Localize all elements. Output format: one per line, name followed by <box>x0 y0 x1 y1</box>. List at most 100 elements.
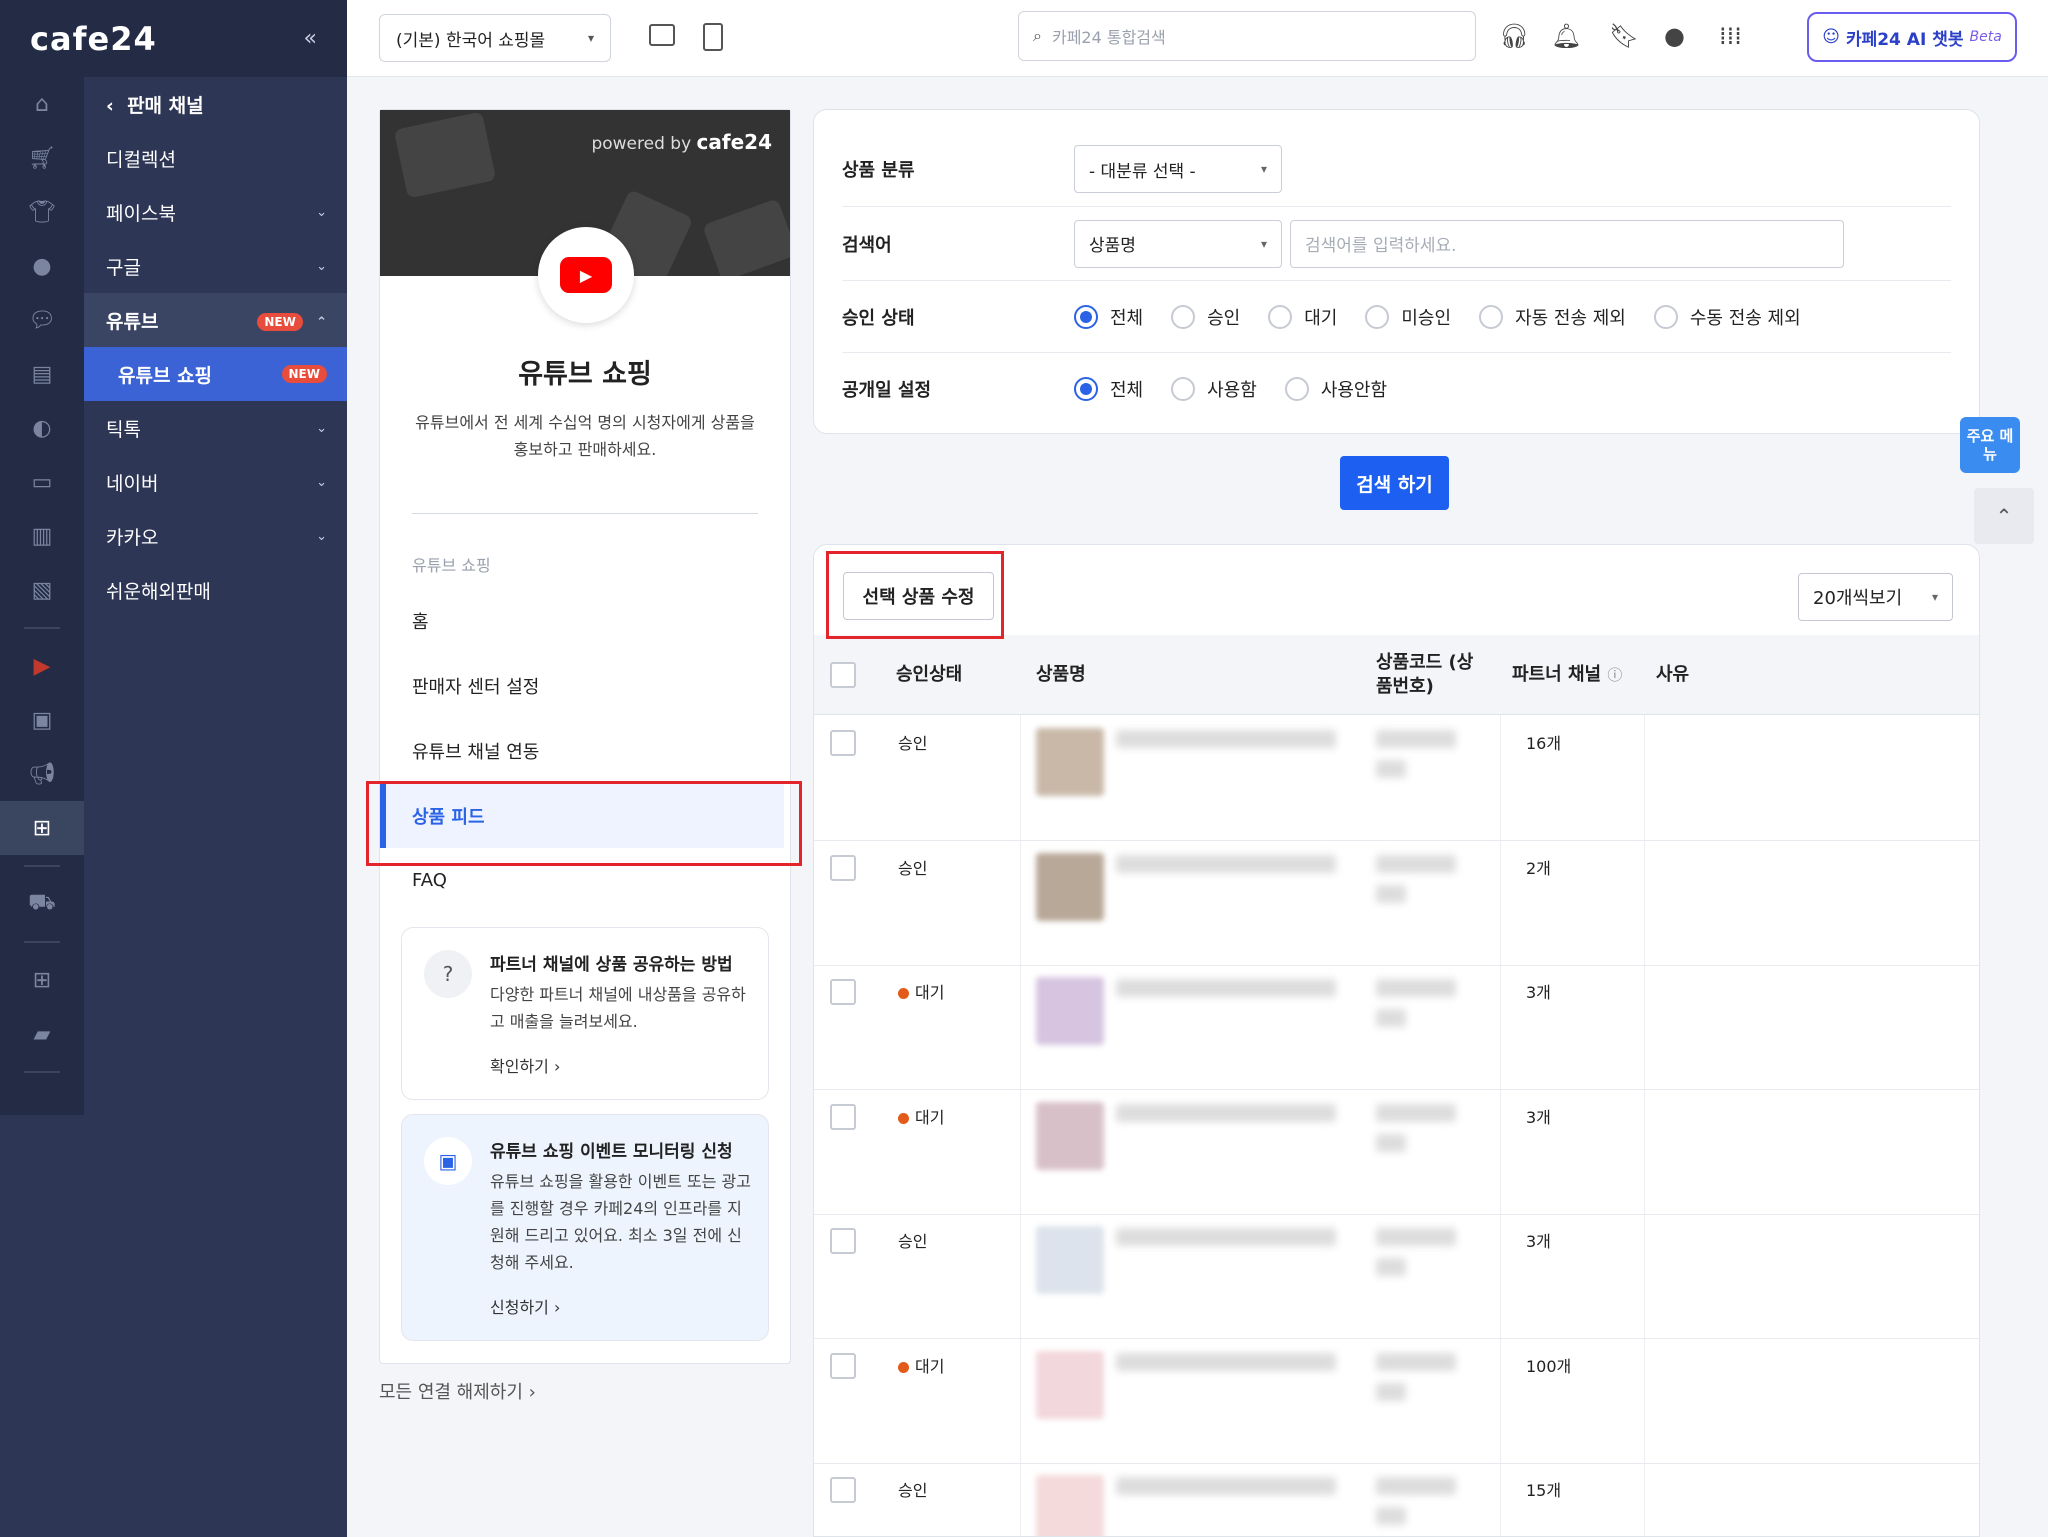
row-checkbox[interactable] <box>830 1477 856 1503</box>
bookmark-icon[interactable]: 🔖︎ <box>1609 22 1639 50</box>
approval-radio-rejected[interactable]: 미승인 <box>1365 304 1451 330</box>
product-icon[interactable]: 👕︎ <box>0 185 84 239</box>
help-icon[interactable]: ⓘ <box>1607 663 1622 687</box>
table-row[interactable]: 승인 16개 <box>814 716 1979 841</box>
partner-channel-count[interactable]: 3개 <box>1526 1228 1551 1252</box>
megaphone-icon[interactable]: 📢︎ <box>0 747 84 801</box>
product-thumbnail[interactable] <box>1036 1475 1104 1536</box>
document-icon[interactable]: ▤ <box>0 347 84 401</box>
row-checkbox[interactable] <box>830 1103 856 1130</box>
menu-item-youtube-shopping[interactable]: 유튜브 쇼핑 NEW <box>84 347 347 401</box>
product-name-redacted[interactable] <box>1116 1103 1336 1122</box>
row-checkbox[interactable] <box>830 979 856 1005</box>
row-checkbox[interactable] <box>830 1352 856 1379</box>
collapse-menu-icon[interactable]: « <box>304 26 317 51</box>
partner-share-card[interactable]: ? 파트너 채널에 상품 공유하는 방법 다양한 파트너 채널에 내상품을 공유… <box>401 927 769 1100</box>
menu-back-sales-channel[interactable]: ‹ 판매 채널 <box>84 77 347 131</box>
sales-channel-icon[interactable]: ⊞ <box>0 801 84 855</box>
excel-icon[interactable]: ▧ <box>0 563 84 617</box>
select-all-checkbox[interactable] <box>830 635 856 715</box>
keyword-type-select[interactable]: 상품명 ▾ <box>1074 219 1282 268</box>
card-link[interactable]: 확인하기 › <box>490 1053 752 1077</box>
row-checkbox[interactable] <box>830 730 856 756</box>
publish-radio-used[interactable]: 사용함 <box>1171 376 1257 402</box>
keyword-input[interactable]: 검색어를 입력하세요. <box>1290 219 1844 268</box>
mall-select[interactable]: (기본) 한국어 쇼핑몰 ▾ <box>379 14 611 62</box>
col-approval[interactable]: 승인상태 <box>896 635 962 715</box>
folder-add-icon[interactable]: ▰ <box>0 1007 84 1061</box>
table-row[interactable]: 대기 3개 <box>814 965 1979 1090</box>
approval-radio-all[interactable]: 전체 <box>1074 304 1143 330</box>
approval-radio-pending[interactable]: 대기 <box>1268 304 1337 330</box>
card-link[interactable]: 신청하기 › <box>490 1294 752 1318</box>
table-row[interactable]: 대기 100개 <box>814 1339 1979 1464</box>
app-add-icon[interactable]: ⊞ <box>0 953 84 1007</box>
product-name-redacted[interactable] <box>1116 1352 1336 1371</box>
youtube-icon[interactable]: ▶ <box>0 639 84 693</box>
nav-home[interactable]: 홈 <box>380 588 790 653</box>
disconnect-all-link[interactable]: 모든 연결 해제하기 › <box>379 1378 536 1404</box>
customer-icon[interactable]: ● <box>0 239 84 293</box>
partner-channel-count[interactable]: 2개 <box>1526 855 1551 879</box>
product-name-redacted[interactable] <box>1116 730 1336 748</box>
mobile-icon[interactable] <box>703 23 723 51</box>
product-thumbnail[interactable] <box>1036 728 1104 796</box>
desktop-icon[interactable] <box>649 24 675 46</box>
partner-channel-count[interactable]: 3개 <box>1526 1104 1551 1128</box>
category-select[interactable]: - 대분류 선택 - ▾ <box>1074 145 1282 193</box>
approval-radio-auto-excluded[interactable]: 자동 전송 제외 <box>1479 304 1626 330</box>
menu-item-youtube[interactable]: 유튜브 NEW ⌃ <box>84 293 347 347</box>
table-row[interactable]: 승인 2개 <box>814 841 1979 966</box>
shipping-icon[interactable]: ⛟ <box>0 877 84 931</box>
product-name-redacted[interactable] <box>1116 979 1336 997</box>
per-page-select[interactable]: 20개씩보기 ▾ <box>1798 573 1953 621</box>
headset-icon[interactable]: 🎧︎ <box>1499 22 1529 50</box>
product-thumbnail[interactable] <box>1036 1226 1104 1294</box>
bell-icon[interactable]: 🔔︎ <box>1551 22 1581 50</box>
home-icon[interactable]: ⌂ <box>0 77 84 131</box>
menu-item-facebook[interactable]: 페이스북 ⌄ <box>84 185 347 239</box>
ai-chatbot-button[interactable]: ☺ 카페24 AI 챗봇 Beta <box>1807 12 2017 62</box>
global-search-input[interactable]: ⌕ 카페24 통합검색 <box>1018 11 1476 61</box>
scroll-top-icon[interactable]: ⌃ <box>1974 488 2034 544</box>
product-name-redacted[interactable] <box>1116 1477 1336 1495</box>
approval-radio-approved[interactable]: 승인 <box>1171 304 1240 330</box>
row-checkbox[interactable] <box>830 1228 856 1254</box>
menu-item-kakao[interactable]: 카카오 ⌄ <box>84 509 347 563</box>
product-thumbnail[interactable] <box>1036 1350 1104 1419</box>
stats-icon[interactable]: ▥ <box>0 509 84 563</box>
publish-radio-unused[interactable]: 사용안함 <box>1284 376 1387 402</box>
nav-seller-center[interactable]: 판매자 센터 설정 <box>380 653 790 718</box>
table-row[interactable]: 대기 3개 <box>814 1090 1979 1215</box>
partner-channel-count[interactable]: 15개 <box>1526 1477 1561 1501</box>
menu-item-tiktok[interactable]: 틱톡 ⌄ <box>84 401 347 455</box>
col-product-name[interactable]: 상품명 <box>1036 635 1086 715</box>
table-row[interactable]: 승인 3개 <box>814 1214 1979 1339</box>
partner-channel-count[interactable]: 3개 <box>1526 979 1551 1003</box>
quick-menu-button[interactable]: 주요 메뉴 <box>1960 417 2020 473</box>
col-partner-channel[interactable]: 파트너 채널 ⓘ <box>1512 635 1622 715</box>
promotion-icon[interactable]: ▭ <box>0 455 84 509</box>
board-icon[interactable]: 💬︎ <box>0 293 84 347</box>
cart-icon[interactable]: 🛒︎ <box>0 131 84 185</box>
product-name-redacted[interactable] <box>1116 1228 1336 1246</box>
product-thumbnail[interactable] <box>1036 1101 1104 1170</box>
nav-channel-link[interactable]: 유튜브 채널 연동 <box>380 718 790 783</box>
publish-radio-all[interactable]: 전체 <box>1074 376 1143 402</box>
product-thumbnail[interactable] <box>1036 977 1104 1045</box>
menu-item-google[interactable]: 구글 ⌄ <box>84 239 347 293</box>
partner-channel-count[interactable]: 16개 <box>1526 730 1561 754</box>
store-icon[interactable]: ▣ <box>0 693 84 747</box>
account-icon[interactable]: ● <box>1664 22 1685 50</box>
col-product-code[interactable]: 상품코드 (상품번호) <box>1376 635 1476 715</box>
cafe24-logo[interactable]: cafe24 <box>30 20 157 58</box>
menu-item-easy-global[interactable]: 쉬운해외판매 <box>84 563 347 617</box>
product-name-redacted[interactable] <box>1116 854 1336 873</box>
search-button[interactable]: 검색 하기 <box>1340 456 1449 510</box>
apps-grid-icon[interactable]: ⁞⁞⁞ <box>1719 22 1742 50</box>
menu-item-dcollection[interactable]: 디컬렉션 <box>84 131 347 185</box>
menu-item-naver[interactable]: 네이버 ⌄ <box>84 455 347 509</box>
row-checkbox[interactable] <box>830 854 856 881</box>
product-thumbnail[interactable] <box>1036 852 1104 921</box>
event-monitoring-card[interactable]: ▣ 유튜브 쇼핑 이벤트 모니터링 신청 유튜브 쇼핑을 활용한 이벤트 또는 … <box>401 1114 769 1341</box>
